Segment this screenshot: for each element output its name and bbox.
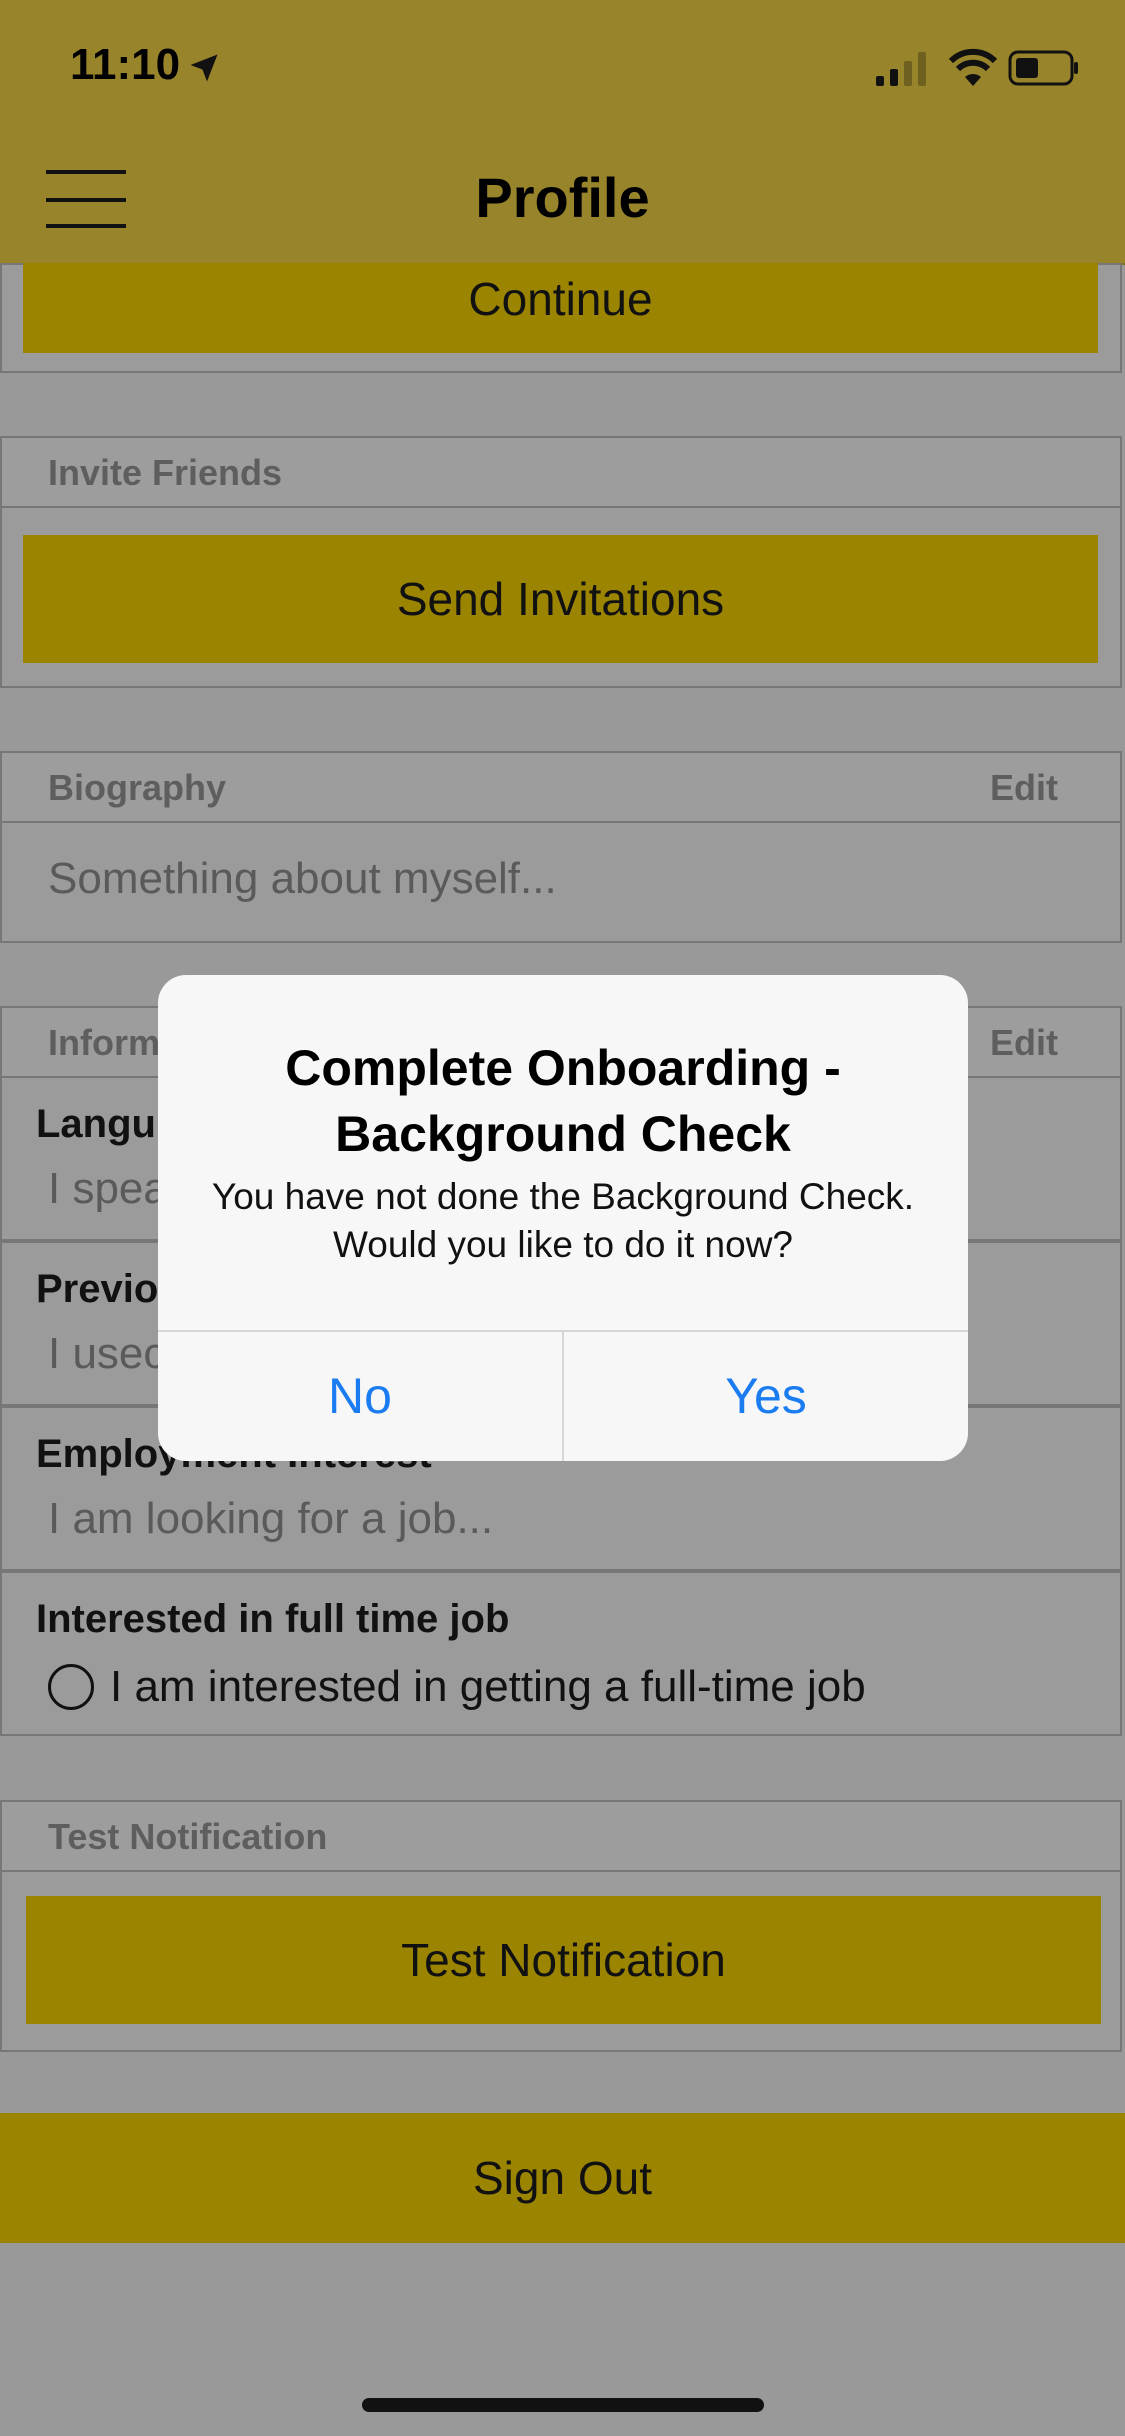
home-indicator[interactable] (362, 2398, 764, 2412)
section-label-biography: Biography (48, 767, 227, 808)
wifi-icon (948, 48, 998, 86)
biography-edit-link[interactable]: Edit (990, 767, 1058, 809)
battery-icon (1008, 50, 1078, 86)
continue-button[interactable]: Continue (23, 263, 1098, 353)
field-value-previous: I usec (48, 1329, 166, 1378)
status-time: 11:10 (70, 40, 181, 89)
fulltime-option-label[interactable]: I am interested in getting a full-time j… (110, 1662, 866, 1712)
location-arrow-icon (190, 54, 218, 82)
onboarding-alert-dialog: Complete Onboarding - Background Check Y… (158, 975, 968, 1461)
section-label-test-notification: Test Notification (48, 1816, 328, 1857)
field-title-language: Langu (36, 1102, 156, 1146)
field-value-language: I spea (48, 1164, 168, 1213)
page-title: Profile (475, 166, 650, 229)
section-label-invite: Invite Friends (48, 452, 283, 493)
dialog-no-button[interactable]: No (158, 1332, 562, 1461)
field-title-fulltime: Interested in full time job (36, 1597, 510, 1641)
send-invitations-button[interactable]: Send Invitations (23, 535, 1098, 663)
biography-text: Something about myself... (48, 854, 557, 903)
dialog-title: Complete Onboarding - Background Check (285, 1040, 841, 1162)
cellular-signal-icon (876, 52, 926, 86)
test-notification-button[interactable]: Test Notification (26, 1896, 1101, 2024)
field-title-previous: Previo (36, 1267, 159, 1311)
dialog-message: You have not done the Background Check. … (211, 1176, 915, 1265)
fulltime-radio[interactable] (48, 1664, 94, 1710)
sign-out-button[interactable]: Sign Out (0, 2113, 1125, 2243)
section-label-information: Inform (48, 1022, 160, 1063)
dialog-yes-button[interactable]: Yes (564, 1332, 968, 1461)
field-value-employment: I am looking for a job... (48, 1494, 494, 1543)
information-edit-link[interactable]: Edit (990, 1022, 1058, 1064)
